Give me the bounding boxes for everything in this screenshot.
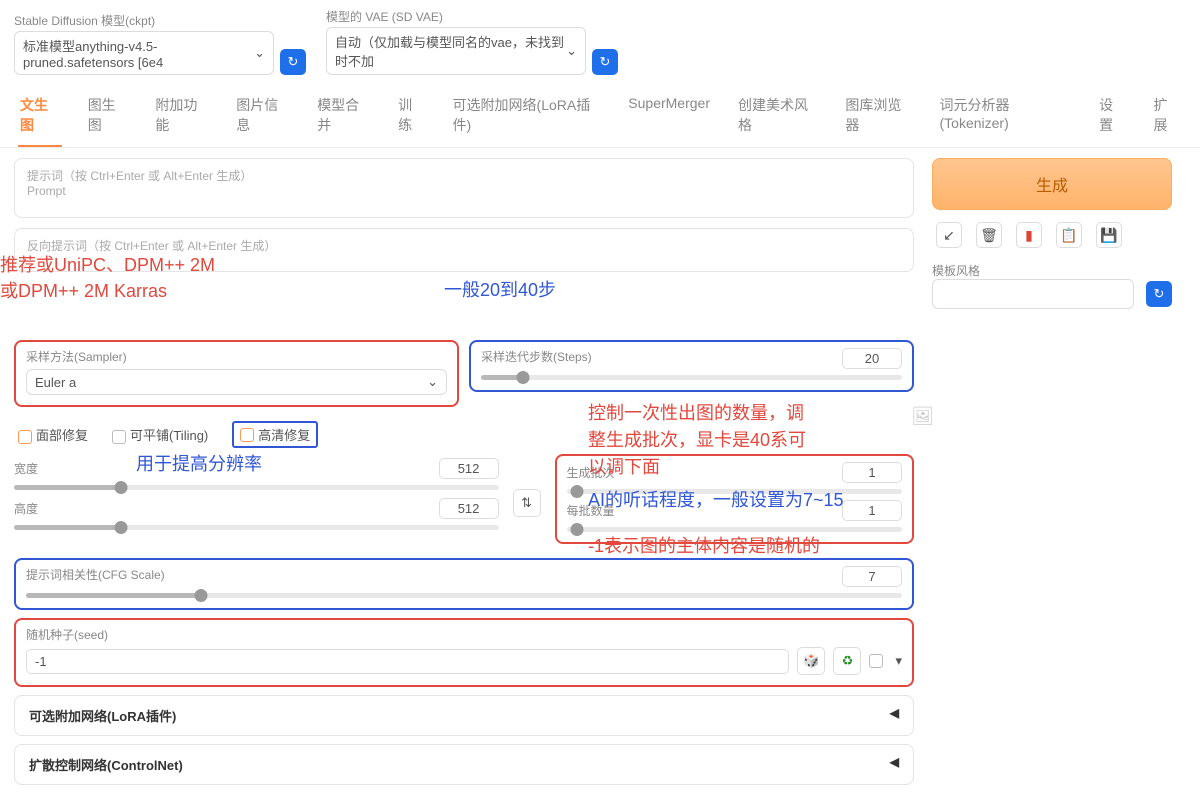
tab-style[interactable]: 创建美术风格 <box>736 89 819 147</box>
tab-gallery[interactable]: 图库浏览器 <box>843 89 913 147</box>
controlnet-accordion[interactable]: 扩散控制网络(ControlNet)◀ <box>14 744 914 785</box>
save-button[interactable]: 💾 <box>1096 222 1122 248</box>
height-slider[interactable] <box>14 525 499 530</box>
tab-merge[interactable]: 模型合并 <box>315 89 372 147</box>
tab-txt2img[interactable]: 文生图 <box>18 89 62 147</box>
steps-value[interactable]: 20 <box>842 348 902 369</box>
generate-button[interactable]: 生成 <box>932 158 1172 210</box>
batch-count-value[interactable]: 1 <box>842 462 902 483</box>
lora-accordion[interactable]: 可选附加网络(LoRA插件)◀ <box>14 695 914 736</box>
clipboard-button[interactable]: 📋 <box>1056 222 1082 248</box>
face-fix-check[interactable]: 面部修复 <box>18 425 88 444</box>
seed-input[interactable]: -1 <box>26 649 789 674</box>
swap-icon: ⇅ <box>521 495 532 511</box>
tab-extras[interactable]: 附加功能 <box>153 89 210 147</box>
chevron-down-icon[interactable]: ▾ <box>895 653 902 669</box>
refresh-icon: ↻ <box>600 54 611 70</box>
cfg-slider[interactable] <box>26 593 902 598</box>
tab-extensions[interactable]: 扩展 <box>1152 89 1182 147</box>
width-label: 宽度 <box>14 460 38 477</box>
chevron-down-icon: ⌄ <box>254 45 265 61</box>
height-value[interactable]: 512 <box>439 498 499 519</box>
batch-box: 生成批次 1 每批数量 1 <box>555 454 914 544</box>
chevron-down-icon: ⌄ <box>427 374 438 390</box>
height-label: 高度 <box>14 500 38 517</box>
chevron-down-icon: ⌄ <box>566 43 577 59</box>
cfg-box: 提示词相关性(CFG Scale) 7 <box>14 558 914 610</box>
batch-size-value[interactable]: 1 <box>842 500 902 521</box>
seed-box: 随机种子(seed) -1 🎲 ♻ ▾ <box>14 618 914 687</box>
sampler-box: 采样方法(Sampler) Euler a ⌄ <box>14 340 459 407</box>
cfg-value[interactable]: 7 <box>842 566 902 587</box>
vae-label: 模型的 VAE (SD VAE) <box>326 8 586 25</box>
tiling-check[interactable]: 可平铺(Tiling) <box>112 425 208 444</box>
steps-slider[interactable] <box>481 375 902 380</box>
seed-extra-check[interactable] <box>869 654 883 668</box>
width-slider[interactable] <box>14 485 499 490</box>
model-select[interactable]: 标准模型anything-v4.5-pruned.safetensors [6e… <box>14 31 274 75</box>
image-icon: 🖼 <box>911 406 934 426</box>
vae-refresh-button[interactable]: ↻ <box>592 49 618 75</box>
arrow-button[interactable]: ↙ <box>936 222 962 248</box>
arrow-icon: ↙ <box>943 227 955 244</box>
tab-supermerger[interactable]: SuperMerger <box>626 89 712 147</box>
sampler-label: 采样方法(Sampler) <box>26 348 447 365</box>
output-image-placeholder: 🖼 <box>911 406 934 427</box>
batch-count-label: 生成批次 <box>567 464 615 481</box>
batch-count-slider[interactable] <box>567 489 902 494</box>
tab-train[interactable]: 训练 <box>396 89 426 147</box>
main-tabs: 文生图 图生图 附加功能 图片信息 模型合并 训练 可选附加网络(LoRA插件)… <box>0 79 1200 148</box>
caret-icon: ◀ <box>890 755 899 774</box>
tab-lora[interactable]: 可选附加网络(LoRA插件) <box>451 89 603 147</box>
card-icon: ▮ <box>1025 227 1033 244</box>
batch-size-label: 每批数量 <box>567 502 615 519</box>
tab-tokenizer[interactable]: 词元分析器(Tokenizer) <box>938 89 1074 147</box>
refresh-icon: ↻ <box>288 54 299 70</box>
vae-value: 自动（仅加载与模型同名的vae，未找到时不加 <box>335 32 566 70</box>
card-button[interactable]: ▮ <box>1016 222 1042 248</box>
recycle-icon: ♻ <box>842 653 854 669</box>
style-select[interactable] <box>932 279 1134 309</box>
width-value[interactable]: 512 <box>439 458 499 479</box>
clipboard-icon: 📋 <box>1060 227 1077 244</box>
caret-icon: ◀ <box>890 706 899 725</box>
tab-settings[interactable]: 设置 <box>1097 89 1127 147</box>
model-label: Stable Diffusion 模型(ckpt) <box>14 12 274 29</box>
vae-select[interactable]: 自动（仅加载与模型同名的vae，未找到时不加 ⌄ <box>326 27 586 75</box>
style-refresh-button[interactable]: ↻ <box>1146 281 1172 307</box>
style-label: 模板风格 <box>932 262 1172 279</box>
refresh-icon: ↻ <box>1154 286 1165 302</box>
seed-reuse-button[interactable]: ♻ <box>833 647 861 675</box>
seed-random-button[interactable]: 🎲 <box>797 647 825 675</box>
sampler-select[interactable]: Euler a ⌄ <box>26 369 447 395</box>
dice-icon: 🎲 <box>803 653 819 669</box>
steps-box: 采样迭代步数(Steps) 20 <box>469 340 914 392</box>
model-value: 标准模型anything-v4.5-pruned.safetensors [6e… <box>23 36 254 70</box>
hires-check[interactable]: 高清修复 <box>232 421 318 448</box>
model-refresh-button[interactable]: ↻ <box>280 49 306 75</box>
cfg-label: 提示词相关性(CFG Scale) <box>26 566 165 583</box>
swap-dimensions-button[interactable]: ⇅ <box>513 489 541 517</box>
tab-pnginfo[interactable]: 图片信息 <box>234 89 291 147</box>
tab-img2img[interactable]: 图生图 <box>86 89 130 147</box>
batch-size-slider[interactable] <box>567 527 902 532</box>
seed-label: 随机种子(seed) <box>26 626 902 643</box>
steps-label: 采样迭代步数(Steps) <box>481 348 592 365</box>
negative-prompt-input[interactable]: 反向提示词（按 Ctrl+Enter 或 Alt+Enter 生成） <box>14 228 914 272</box>
trash-icon: 🗑 <box>980 227 998 244</box>
save-icon: 💾 <box>1100 227 1117 244</box>
prompt-input[interactable]: 提示词（按 Ctrl+Enter 或 Alt+Enter 生成） Prompt <box>14 158 914 218</box>
trash-button[interactable]: 🗑 <box>976 222 1002 248</box>
